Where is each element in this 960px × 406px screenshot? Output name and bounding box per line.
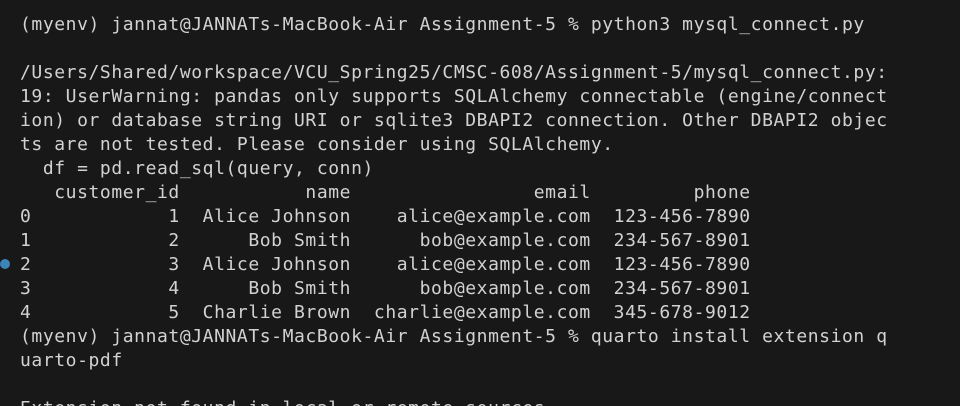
prompt-command-quarto: (myenv) jannat@JANNATs-MacBook-Air Assig…: [20, 326, 888, 347]
warning-text-line: ts are not tested. Please consider using…: [20, 134, 614, 155]
prompt-command-quarto-continued: uarto-pdf: [20, 350, 123, 371]
prompt-command-python: (myenv) jannat@JANNATs-MacBook-Air Assig…: [20, 14, 865, 35]
warning-path-line: /Users/Shared/workspace/VCU_Spring25/CMS…: [20, 62, 888, 83]
code-line: df = pd.read_sql(query, conn): [20, 158, 374, 179]
command-decoration-icon[interactable]: [0, 259, 10, 269]
terminal-output[interactable]: (myenv) jannat@JANNATs-MacBook-Air Assig…: [0, 0, 960, 406]
error-message-line: Extension not found in local or remote s…: [20, 397, 545, 406]
table-row: 1 2 Bob Smith bob@example.com 234-567-89…: [20, 230, 751, 251]
table-row: 2 3 Alice Johnson alice@example.com 123-…: [20, 254, 751, 275]
warning-text-line: ion) or database string URI or sqlite3 D…: [20, 110, 888, 131]
warning-text-line: 19: UserWarning: pandas only supports SQ…: [20, 86, 888, 107]
table-row: 0 1 Alice Johnson alice@example.com 123-…: [20, 206, 751, 227]
table-row: 4 5 Charlie Brown charlie@example.com 34…: [20, 302, 751, 323]
table-row: 3 4 Bob Smith bob@example.com 234-567-89…: [20, 278, 751, 299]
table-header-row: customer_id name email phone: [20, 182, 751, 203]
